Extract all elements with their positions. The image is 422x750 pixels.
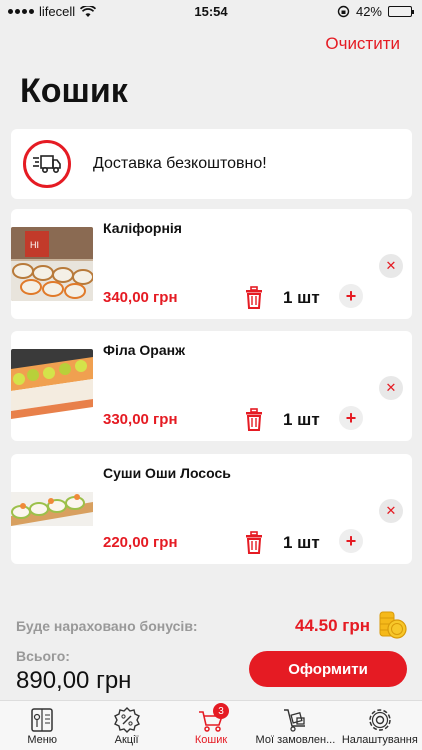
checkout-button[interactable]: Оформити bbox=[249, 651, 407, 687]
total-label: Всього: bbox=[16, 648, 70, 664]
coins-icon bbox=[378, 610, 408, 640]
tab-label: Мої замовлен... bbox=[255, 734, 336, 746]
trash-icon[interactable] bbox=[243, 408, 265, 432]
plus-icon: + bbox=[345, 285, 357, 306]
quantity-value: 1 шт bbox=[283, 533, 320, 552]
bonus-value: 44.50 грн bbox=[295, 616, 370, 635]
remove-item-button[interactable]: ✕ bbox=[379, 254, 403, 278]
plus-icon: + bbox=[345, 530, 357, 551]
total-value: 890,00 грн bbox=[16, 667, 132, 694]
tab-label: Меню bbox=[27, 734, 58, 746]
product-name: Філа Оранж bbox=[103, 342, 186, 358]
tab-label: Налаштування bbox=[341, 734, 418, 746]
close-icon: ✕ bbox=[385, 380, 397, 395]
svg-text:HI: HI bbox=[30, 240, 39, 250]
tab-label: Кошик bbox=[194, 734, 228, 746]
remove-item-button[interactable]: ✕ bbox=[379, 376, 403, 400]
product-price: 330,00 грн bbox=[103, 411, 178, 428]
product-image bbox=[11, 349, 93, 423]
settings-gear-icon bbox=[369, 709, 391, 731]
cart-item: Суши Оши Лосось 220,00 грн 1 шт + ✕ bbox=[11, 454, 412, 564]
product-name: Каліфорнія bbox=[103, 220, 182, 236]
tab-label: Акції bbox=[114, 734, 139, 746]
tab-settings[interactable]: Налаштування bbox=[338, 701, 422, 750]
increase-quantity-button[interactable]: + bbox=[339, 284, 363, 308]
close-icon: ✕ bbox=[385, 503, 397, 518]
remove-item-button[interactable]: ✕ bbox=[379, 499, 403, 523]
delivery-banner: Доставка безкоштовно! bbox=[11, 129, 412, 199]
battery-icon bbox=[388, 6, 414, 17]
trash-icon[interactable] bbox=[243, 286, 265, 310]
product-image bbox=[11, 472, 93, 546]
delivery-text: Доставка безкоштовно! bbox=[93, 155, 267, 172]
orientation-lock-icon bbox=[337, 5, 350, 18]
quantity-value: 1 шт bbox=[283, 410, 320, 429]
increase-quantity-button[interactable]: + bbox=[339, 529, 363, 553]
tab-bar: Меню Акції 3 Кошик Мої замовлен... Налаш… bbox=[0, 700, 422, 750]
cart-item: HI Каліфорнія 340,00 грн 1 шт + ✕ bbox=[11, 209, 412, 319]
bonus-label: Буде нараховано бонусів: bbox=[16, 618, 198, 634]
status-bar: lifecell 15:54 42% bbox=[0, 0, 422, 24]
close-icon: ✕ bbox=[385, 258, 397, 273]
product-image: HI bbox=[11, 227, 93, 301]
page-title: Кошик bbox=[20, 72, 128, 110]
cart-badge: 3 bbox=[213, 703, 230, 719]
trash-icon[interactable] bbox=[243, 531, 265, 555]
battery-percent: 42% bbox=[355, 4, 382, 19]
truck-icon bbox=[23, 140, 71, 188]
product-price: 220,00 грн bbox=[103, 534, 178, 551]
tab-cart[interactable]: 3 Кошик bbox=[169, 701, 253, 750]
cart-item: Філа Оранж 330,00 грн 1 шт + ✕ bbox=[11, 331, 412, 441]
clear-cart-button[interactable]: Очистити bbox=[325, 34, 400, 54]
product-name: Суши Оши Лосось bbox=[103, 465, 231, 481]
status-right: 42% bbox=[337, 4, 414, 19]
increase-quantity-button[interactable]: + bbox=[339, 406, 363, 430]
plus-icon: + bbox=[345, 407, 357, 428]
product-price: 340,00 грн bbox=[103, 289, 178, 306]
tab-menu[interactable]: Меню bbox=[0, 701, 84, 750]
menu-book-icon bbox=[31, 708, 53, 732]
tab-my-orders[interactable]: Мої замовлен... bbox=[253, 701, 337, 750]
orders-icon bbox=[284, 709, 306, 732]
tab-promotions[interactable]: Акції bbox=[84, 701, 168, 750]
quantity-value: 1 шт bbox=[283, 288, 320, 307]
discount-icon bbox=[113, 707, 140, 733]
